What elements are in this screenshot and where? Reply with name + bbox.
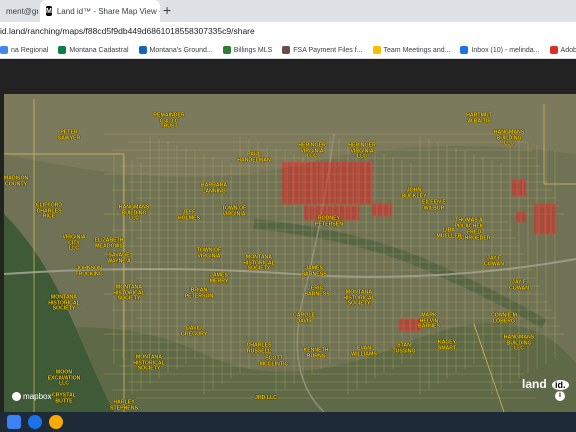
bookmark-label: Team Meetings and... bbox=[383, 46, 451, 54]
parcel-owner-label: JAMES MERRY bbox=[209, 272, 229, 284]
bookmark-label: Billings MLS bbox=[233, 46, 273, 54]
tab-gmail[interactable]: ment@gr ✕ bbox=[0, 0, 38, 22]
parcel-owner-label: JOHN BUCKLEY bbox=[401, 187, 427, 199]
parcel-owner-label: MONTANA HISTORICAL SOCIETY bbox=[243, 254, 275, 272]
parcel-owner-label: RODNEY PETERSEN bbox=[315, 215, 343, 227]
selected-parcel bbox=[511, 179, 527, 197]
parcel-owner-label: JEFF HOLMES bbox=[177, 209, 201, 221]
parcel-owner-label: MOON EXCAVATION LLC bbox=[47, 369, 81, 387]
bookmark-favicon-icon bbox=[222, 46, 231, 54]
bookmark-favicon-icon bbox=[0, 46, 8, 54]
parcel-owner-label: ELIZABETH MEADOWS bbox=[94, 237, 124, 249]
bookmark-favicon-icon bbox=[58, 46, 67, 54]
parcel-owner-label: HANGMANS BUILDING LLC bbox=[493, 129, 525, 147]
satellite-map[interactable]: PETER SAWYER REMAINDER G & J C TRUST HARTM… bbox=[4, 94, 576, 412]
parcel-owner-label: MADISON COUNTY bbox=[4, 175, 29, 187]
parcel-owner-label: MONTANA HISTORICAL SOCIETY bbox=[343, 289, 375, 307]
parcel-owner-label: KENNETH BURNS bbox=[303, 347, 329, 359]
parcel-owner-label: STAN TUSSING bbox=[392, 342, 416, 354]
parcel-owner-label: ERIC BARNESS bbox=[304, 285, 330, 297]
mapbox-logo-icon bbox=[12, 392, 21, 401]
parcel-owner-label: KACEY SMART bbox=[437, 339, 457, 351]
bookmark-item[interactable]: na Regional bbox=[0, 46, 48, 54]
parcel-owner-label: MONTANA HISTORICAL SOCIETY bbox=[133, 354, 165, 372]
parcel-owner-label: BRIAN PETERSON bbox=[184, 287, 214, 299]
page-content: PETER SAWYER REMAINDER G & J C TRUST HARTM… bbox=[0, 59, 576, 412]
bookmark-item[interactable]: Billings MLS bbox=[222, 46, 273, 54]
bookmark-item[interactable]: Adobe Acrobat bbox=[549, 46, 576, 54]
address-bar[interactable]: id.land/ranching/maps/f88cd5f9db449d6861… bbox=[0, 22, 576, 42]
selected-parcel bbox=[281, 161, 373, 205]
bookmark-label: Montana Cadastral bbox=[69, 46, 129, 54]
bookmark-item[interactable]: Inbox (10) - melinda... bbox=[460, 46, 540, 54]
parcel-owner-label: CONNIE M LOBERG bbox=[491, 312, 517, 324]
parcel-owner-label: HANGMANS BUILDING LLC bbox=[503, 334, 535, 352]
parcel-owner-label: JAY F COWAN bbox=[484, 255, 504, 267]
parcel-owner-label: JHD LLC bbox=[255, 395, 277, 402]
parcel-owner-label: MONTANA HISTORICAL SOCIETY bbox=[113, 284, 145, 302]
parcel-owner-label: MONTANA HISTORICAL SOCIETY bbox=[48, 294, 80, 312]
bookmark-label: na Regional bbox=[11, 46, 49, 54]
bookmarks-bar: na Regional Montana Cadastral Montana's Gr… bbox=[0, 42, 576, 59]
parcel-owner-label: TOWN OF VIRGINIA bbox=[196, 247, 222, 259]
url-text[interactable]: id.land/ranching/maps/f88cd5f9db449d6861… bbox=[0, 26, 255, 36]
bookmark-item[interactable]: Team Meetings and... bbox=[372, 46, 451, 54]
mapbox-attribution[interactable]: mapbox bbox=[12, 392, 51, 401]
edge-browser-icon[interactable] bbox=[28, 415, 42, 429]
bookmark-favicon-icon bbox=[138, 46, 147, 54]
bookmark-favicon-icon bbox=[460, 46, 469, 54]
bookmark-favicon-icon bbox=[282, 46, 291, 54]
parcel-owner-label: JOHNSON TRUCKING bbox=[75, 265, 103, 277]
parcel-owner-label: EVAN WILLIAMS bbox=[351, 345, 377, 357]
parcel-owner-label: HERINGER VIRGINIA LLC bbox=[348, 142, 376, 160]
bookmark-favicon-icon bbox=[549, 46, 558, 54]
bookmark-item[interactable]: Montana Cadastral bbox=[58, 46, 129, 54]
bookmark-item[interactable]: FSA Payment Files f... bbox=[282, 46, 363, 54]
chrome-browser-icon[interactable] bbox=[49, 415, 63, 429]
parcel-owner-label: HARLEY STEPHENS bbox=[110, 399, 138, 411]
tab-strip: ment@gr ✕ M Land id™ - Share Map View - … bbox=[0, 0, 576, 22]
bookmark-label: Adobe Acrobat bbox=[560, 46, 576, 54]
land-id-logo: land id. bbox=[522, 377, 569, 391]
tab-label: ment@gr bbox=[6, 6, 38, 16]
parcel-owner-label: SCOTT MCCLINTIC bbox=[259, 355, 289, 367]
parcel-owner-label: FRED SCHROEDER bbox=[457, 229, 491, 241]
parcel-owner-label: MARK HELVIN BARNES bbox=[418, 312, 440, 330]
parcel-owner-label: BARBARA LANNING bbox=[200, 182, 228, 194]
mapbox-label: mapbox bbox=[23, 392, 52, 401]
bookmark-favicon-icon bbox=[372, 46, 381, 54]
parcel-owner-label: PETER SAWYER bbox=[57, 129, 81, 141]
parcel-owner-label: TOWN OF VIRGINIA bbox=[221, 205, 247, 217]
new-tab-button[interactable]: + bbox=[163, 2, 171, 18]
parcel-owner-label: DAVID GREGORY bbox=[180, 325, 208, 337]
bookmark-label: Inbox (10) - melinda... bbox=[471, 46, 540, 54]
parcel-owner-label: LIBA MUELLER bbox=[436, 227, 462, 239]
parcel-owner-label: CAROLE DAVIS bbox=[293, 312, 315, 324]
parcel-owner-label: HARTMUT W BAITIS bbox=[466, 112, 492, 124]
tab-land-id[interactable]: M Land id™ - Share Map View - ✕ bbox=[40, 0, 160, 22]
brand-badge: id. bbox=[552, 380, 569, 390]
bookmark-label: Montana's Ground... bbox=[149, 46, 213, 54]
parcel-owner-label: JAY F COWAN bbox=[509, 279, 529, 291]
parcel-owner-label: EILEEN E WILBUR bbox=[422, 199, 446, 211]
bookmark-item[interactable]: Montana's Ground... bbox=[138, 46, 213, 54]
brand-text: land bbox=[522, 377, 547, 391]
parcel-owner-label: REMAINDER G & J C TRUST bbox=[153, 112, 185, 130]
parcel-owner-label: SAVAGE WAYNE A bbox=[107, 252, 131, 264]
parcel-owner-label: VIRGINIA CITY LLC bbox=[62, 234, 86, 252]
parcel-owner-label: CHARLES RUSSELL bbox=[246, 342, 272, 354]
windows-start-icon[interactable] bbox=[7, 415, 21, 429]
windows-taskbar bbox=[0, 412, 576, 432]
tab-label: Land id™ - Share Map View - bbox=[56, 6, 160, 16]
parcel-owner-label: JAMES BARNESS bbox=[301, 265, 327, 277]
parcel-owner-label: CLIFFORD CHARLES RICE bbox=[35, 202, 63, 220]
info-icon[interactable]: i bbox=[555, 391, 565, 401]
parcel-owner-label: HANGMANS BUILDING LLC bbox=[118, 204, 150, 222]
bookmark-label: FSA Payment Files f... bbox=[293, 46, 363, 54]
land-id-favicon-icon: M bbox=[46, 6, 52, 16]
parcel-owner-label: PAUL HANDELMAN bbox=[237, 151, 271, 163]
parcel-map-canvas[interactable] bbox=[4, 94, 576, 412]
parcel-owner-label: HERINGER VIRGINIA LLC bbox=[298, 142, 326, 160]
parcel-owner-label: CRYSTAL BUTTE bbox=[52, 392, 76, 404]
